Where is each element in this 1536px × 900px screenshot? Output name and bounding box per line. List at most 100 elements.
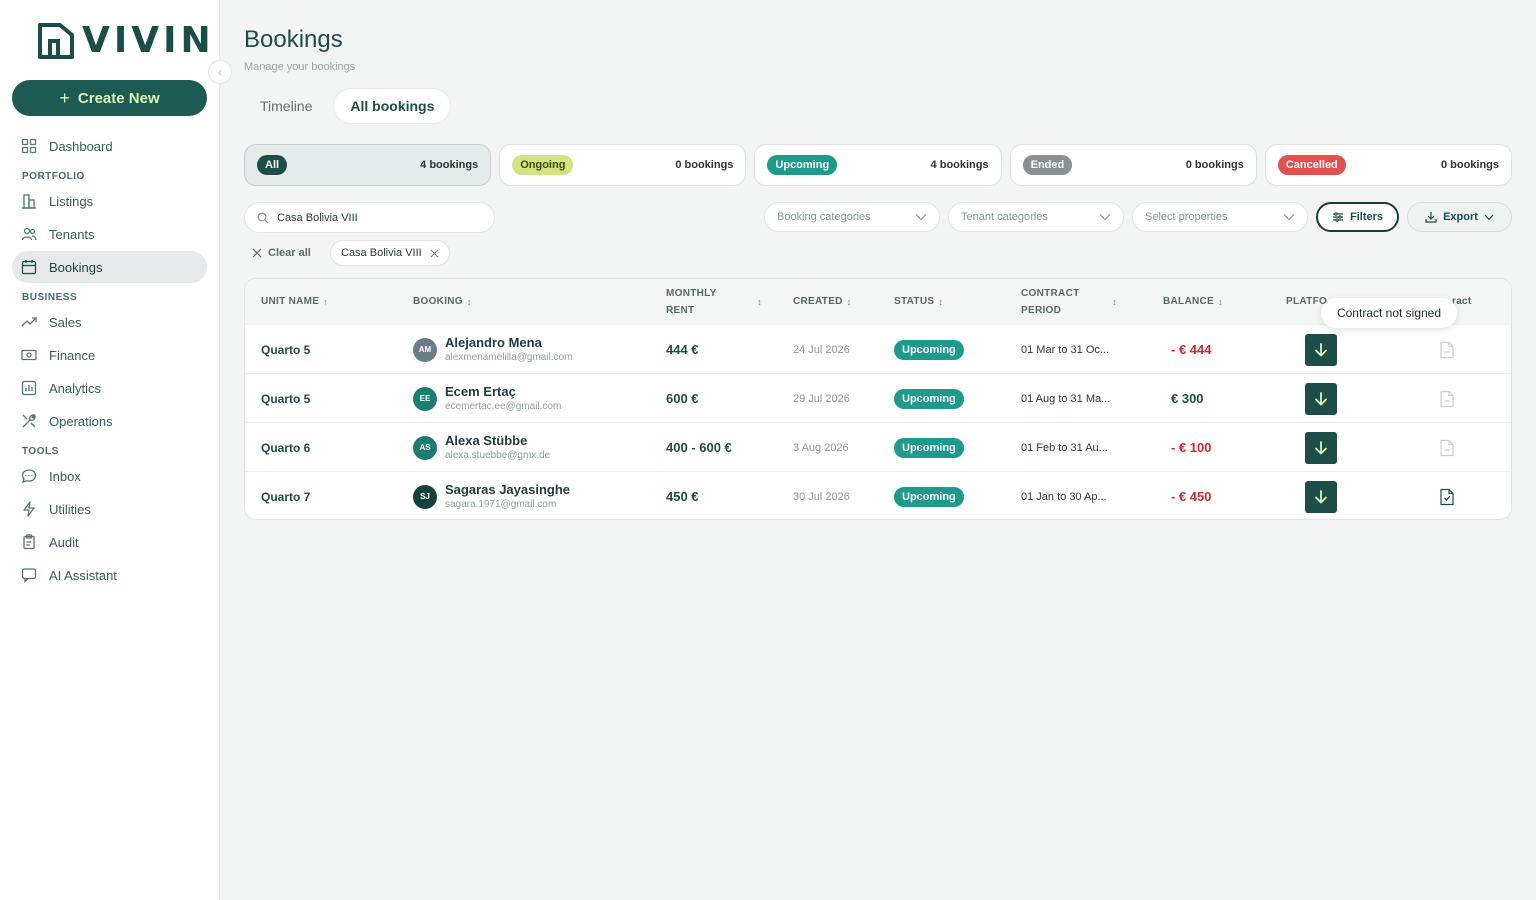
- column-label-line-1: CONTRACT: [1021, 287, 1080, 299]
- collapse-sidebar-button[interactable]: ‹: [208, 60, 232, 84]
- platform-download-button[interactable]: [1305, 480, 1337, 513]
- chevron-down-icon: [1283, 214, 1295, 221]
- column-label: PLATFO: [1286, 296, 1328, 307]
- sidebar: VIVIN + Create New Dashboard PORTFOLIO L…: [0, 0, 220, 900]
- document-icon[interactable]: [1439, 439, 1455, 457]
- table-row[interactable]: Quarto 7 SJ Sagaras Jayasinghe sagara.1971@…: [245, 471, 1511, 520]
- column-unit-name[interactable]: UNIT NAME ↑: [261, 279, 328, 324]
- balance-value: - € 444: [1171, 342, 1212, 357]
- tools-icon: [22, 414, 36, 428]
- status-card-all[interactable]: All 4 bookings: [244, 144, 492, 186]
- active-filter-chip[interactable]: Casa Bolivia VIII: [330, 240, 450, 266]
- sidebar-item-label: Listings: [49, 193, 94, 209]
- sidebar-item-listings[interactable]: Listings: [12, 185, 207, 217]
- close-icon[interactable]: [430, 249, 439, 258]
- sidebar-item-dashboard[interactable]: Dashboard: [12, 130, 207, 162]
- sidebar-item-label: Finance: [49, 347, 96, 363]
- booker-email: alexmenamelilla@gmail.com: [445, 351, 573, 363]
- booker-info: Alejandro Mena alexmenamelilla@gmail.com: [445, 335, 572, 365]
- column-contract-period[interactable]: CONTRACT PERIOD ↕: [1021, 279, 1117, 324]
- column-label: BOOKING: [413, 296, 463, 307]
- status-badge: Upcoming: [894, 388, 964, 409]
- platform-download-button[interactable]: [1305, 333, 1337, 366]
- booker-name[interactable]: Alejandro Mena: [445, 335, 572, 350]
- sidebar-item-ai-assistant[interactable]: AI Assistant: [12, 559, 207, 591]
- export-label: Export: [1443, 211, 1478, 223]
- status-card-upcoming[interactable]: Upcoming 4 bookings: [754, 144, 1002, 186]
- column-monthly-rent[interactable]: MONTHLY RENT ↕: [666, 279, 762, 324]
- sidebar-item-operations[interactable]: Operations: [12, 405, 207, 437]
- unit-name[interactable]: Quarto 6: [261, 441, 310, 455]
- status-count: 4 bookings: [930, 159, 989, 171]
- period-cell: 01 Mar to 31 Oc...: [1021, 325, 1109, 374]
- platform-download-button[interactable]: [1305, 382, 1337, 415]
- contract-period: 01 Jan to 30 Ap...: [1021, 490, 1107, 503]
- created-cell: 30 Jul 2026: [793, 472, 850, 521]
- booker-name[interactable]: Sagaras Jayasinghe: [445, 482, 570, 497]
- document-icon[interactable]: [1439, 341, 1455, 359]
- sidebar-item-audit[interactable]: Audit: [12, 526, 207, 558]
- balance-value: € 300: [1171, 391, 1204, 406]
- search-input[interactable]: [277, 211, 477, 224]
- column-created[interactable]: CREATED ↕: [793, 279, 852, 324]
- status-count: 0 bookings: [675, 159, 734, 171]
- tab-timeline[interactable]: Timeline: [244, 89, 328, 123]
- table-row[interactable]: Quarto 6 AS Alexa Stübbe alexa.stuebbe@gmx.…: [245, 422, 1511, 471]
- chevron-left-icon: ‹: [218, 65, 222, 79]
- column-balance[interactable]: BALANCE ↕: [1163, 279, 1223, 324]
- document-check-icon[interactable]: [1439, 488, 1455, 506]
- booking-cell: AS Alexa Stübbe alexa.stuebbe@gmx.de: [413, 423, 550, 472]
- clipboard-icon: [23, 534, 35, 550]
- sidebar-item-label: Sales: [49, 314, 82, 330]
- booking-categories-dropdown[interactable]: Booking categories: [764, 202, 940, 232]
- select-properties-dropdown[interactable]: Select properties: [1132, 202, 1308, 232]
- booker-name[interactable]: Alexa Stübbe: [445, 433, 550, 448]
- status-card-ended[interactable]: Ended 0 bookings: [1009, 144, 1257, 186]
- sidebar-item-label: Audit: [49, 534, 79, 550]
- platform-download-button[interactable]: [1305, 431, 1337, 464]
- sidebar-item-utilities[interactable]: Utilities: [12, 493, 207, 525]
- balance-value: - € 450: [1171, 489, 1212, 504]
- sidebar-item-sales[interactable]: Sales: [12, 306, 207, 338]
- column-label: UNIT NAME: [261, 296, 320, 307]
- tenant-categories-dropdown[interactable]: Tenant categories: [948, 202, 1124, 232]
- booker-info: Sagaras Jayasinghe sagara.1971@gmail.com: [445, 482, 570, 512]
- dropdown-label: Booking categories: [777, 211, 871, 223]
- contract-cell: [1439, 325, 1455, 374]
- sidebar-item-tenants[interactable]: Tenants: [12, 218, 207, 250]
- export-button[interactable]: Export: [1407, 202, 1512, 232]
- column-status[interactable]: STATUS ↕: [894, 279, 943, 324]
- chip-label: Casa Bolivia VIII: [341, 247, 422, 259]
- booker-email: sagara.1971@gmail.com: [445, 498, 557, 510]
- sidebar-item-finance[interactable]: Finance: [12, 339, 207, 371]
- column-booking[interactable]: BOOKING ↕: [413, 279, 472, 324]
- tab-all-bookings[interactable]: All bookings: [334, 88, 451, 123]
- sidebar-item-analytics[interactable]: Analytics: [12, 372, 207, 404]
- status-count: 4 bookings: [420, 159, 479, 171]
- status-card-ongoing[interactable]: Ongoing 0 bookings: [499, 144, 747, 186]
- balance-value: - € 100: [1171, 440, 1212, 455]
- booker-name[interactable]: Ecem Ertaç: [445, 384, 561, 399]
- document-icon[interactable]: [1439, 390, 1455, 408]
- unit-name[interactable]: Quarto 7: [261, 490, 310, 504]
- brand-logo[interactable]: VIVIN: [36, 20, 215, 62]
- unit-name[interactable]: Quarto 5: [261, 392, 310, 406]
- rent-cell: 450 €: [666, 472, 699, 521]
- unit-cell: Quarto 5: [261, 374, 310, 423]
- table-row[interactable]: Quarto 5 EE Ecem Ertaç ecemertac.ee@gmail.c…: [245, 373, 1511, 422]
- create-new-button[interactable]: + Create New: [12, 80, 207, 116]
- assistant-chat-icon: [21, 568, 37, 583]
- sidebar-item-label: Bookings: [49, 259, 103, 275]
- status-card-cancelled[interactable]: Cancelled 0 bookings: [1264, 144, 1513, 186]
- contract-cell: [1439, 423, 1455, 472]
- close-icon: [252, 248, 262, 258]
- table-row[interactable]: Quarto 5 AM Alejandro Mena alexmenamelilla@…: [245, 324, 1511, 373]
- sidebar-item-inbox[interactable]: Inbox: [12, 460, 207, 492]
- sidebar-item-bookings[interactable]: Bookings: [12, 251, 207, 283]
- unit-name[interactable]: Quarto 5: [261, 343, 310, 357]
- clear-all-button[interactable]: Clear all: [252, 245, 311, 261]
- filters-button[interactable]: Filters: [1316, 202, 1399, 232]
- sidebar-nav: Dashboard PORTFOLIO Listings Tenants Boo…: [12, 130, 207, 592]
- created-date: 29 Jul 2026: [793, 392, 850, 405]
- search-box[interactable]: [244, 202, 495, 233]
